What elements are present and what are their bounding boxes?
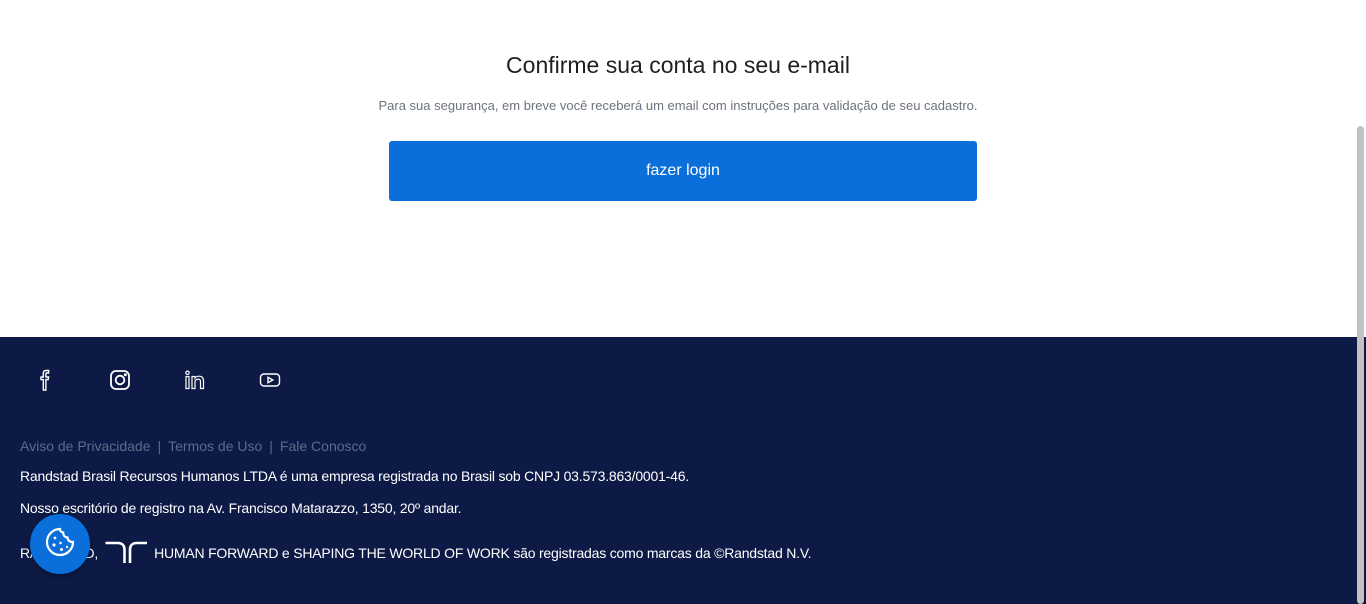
link-separator: | bbox=[157, 438, 162, 454]
contact-link[interactable]: Fale Conosco bbox=[280, 438, 366, 454]
main-content: Confirme sua conta no seu e-mail Para su… bbox=[0, 0, 1354, 337]
privacy-notice-link[interactable]: Aviso de Privacidade bbox=[20, 438, 150, 454]
instagram-icon[interactable] bbox=[107, 368, 133, 392]
trademark-text: HUMAN FORWARD e SHAPING THE WORLD OF WOR… bbox=[154, 545, 812, 561]
footer-links: Aviso de Privacidade | Termos de Uso | Fale … bbox=[20, 438, 366, 454]
randstad-logo-icon bbox=[104, 540, 148, 567]
cookie-settings-button[interactable] bbox=[30, 514, 90, 574]
link-separator: | bbox=[269, 438, 273, 454]
facebook-icon[interactable] bbox=[32, 368, 58, 392]
address-info: Nosso escritório de registro na Av. Fran… bbox=[20, 500, 462, 516]
trademark-line: RANDSTAD, HUMAN FORWARD e SHAPING THE WO… bbox=[20, 540, 812, 567]
footer: Aviso de Privacidade | Termos de Uso | Fale … bbox=[0, 337, 1366, 604]
youtube-icon[interactable] bbox=[257, 368, 283, 392]
terms-of-use-link[interactable]: Termos de Uso bbox=[168, 438, 262, 454]
scrollbar-thumb[interactable] bbox=[1357, 126, 1364, 604]
cookie-icon bbox=[44, 526, 76, 563]
page-title: Confirme sua conta no seu e-mail bbox=[506, 52, 850, 78]
page-subtitle: Para sua segurança, em breve você recebe… bbox=[378, 98, 978, 113]
login-button[interactable]: fazer login bbox=[389, 141, 977, 201]
company-info: Randstad Brasil Recursos Humanos LTDA é … bbox=[20, 468, 690, 484]
linkedin-icon[interactable] bbox=[182, 368, 208, 392]
